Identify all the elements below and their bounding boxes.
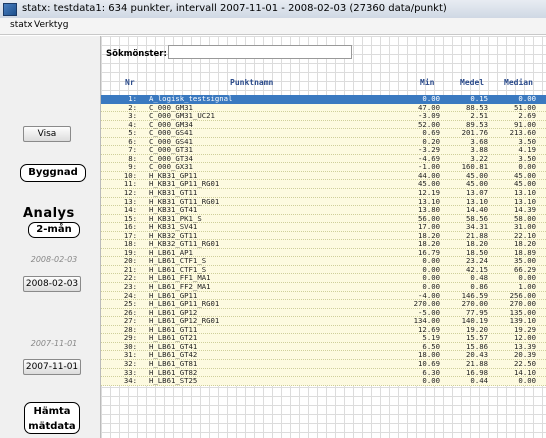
cell-min: 0.00 — [422, 376, 440, 386]
cell-nr: 34: — [123, 376, 137, 386]
data-table: 1: A_logisk_testsignal 0.00 0.15 0.00 2: C_000… — [101, 94, 546, 386]
search-input[interactable] — [168, 45, 352, 59]
end-date-label: 2008-02-03 — [30, 255, 78, 264]
visa-button[interactable]: Visa — [23, 126, 71, 142]
title-bar: statx: testdata1: 634 punkter, intervall… — [0, 0, 546, 19]
menu-statx[interactable]: statx — [10, 20, 33, 30]
app-icon — [3, 3, 17, 16]
menu-verktyg[interactable]: Verktyg — [34, 20, 68, 30]
end-date-button[interactable]: 2008-02-03 — [23, 276, 81, 292]
window-title: statx: testdata1: 634 punkter, intervall… — [22, 3, 447, 14]
period-button[interactable]: 2-mån — [28, 222, 80, 238]
start-date-button[interactable]: 2007-11-01 — [23, 359, 81, 375]
analys-heading: Analys — [23, 206, 75, 221]
header-punktnamn[interactable]: Punktnamn — [230, 78, 273, 87]
table-header: Nr Punktnamn Min Medel Median — [101, 78, 546, 88]
header-min[interactable]: Min — [420, 78, 434, 87]
table-row[interactable]: 34: H_LB61_ST25 0.00 0.44 0.00 — [101, 376, 546, 386]
cell-median: 0.00 — [518, 376, 536, 386]
cell-medel: 0.44 — [470, 376, 488, 386]
cell-name: H_LB61_ST25 — [149, 376, 198, 386]
menu-bar: statx Verktyg — [0, 18, 546, 35]
byggnad-button[interactable]: Byggnad — [20, 164, 86, 182]
hamta-matdata-button[interactable]: Hämta mätdata — [24, 402, 80, 434]
header-median[interactable]: Median — [504, 78, 533, 87]
start-date-label: 2007-11-01 — [30, 339, 78, 348]
search-label: Sökmönster: — [106, 49, 167, 59]
header-medel[interactable]: Medel — [460, 78, 484, 87]
header-nr[interactable]: Nr — [125, 78, 135, 87]
